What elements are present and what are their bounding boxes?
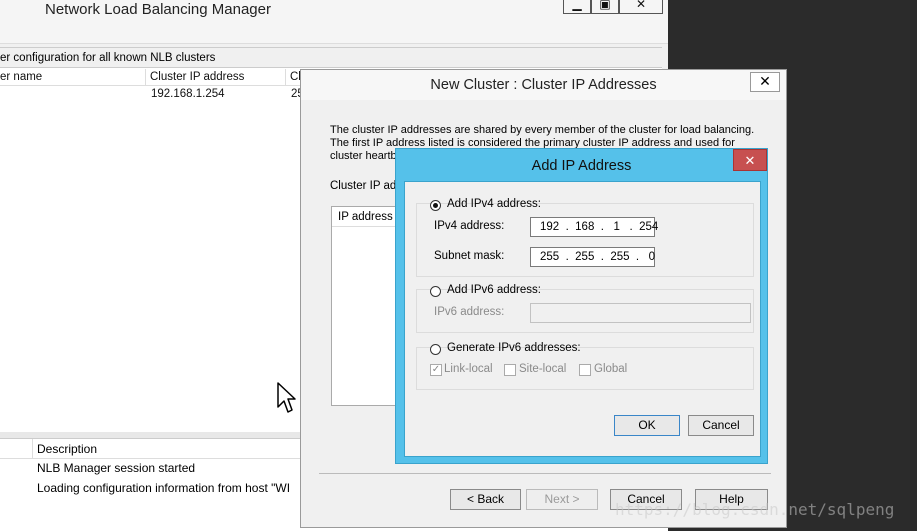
link-local-label: Link-local [444, 363, 493, 375]
global-label: Global [594, 363, 628, 375]
ipv6-address-label: IPv6 address: [434, 306, 505, 318]
link-local-checkbox[interactable]: ✓ [430, 364, 442, 376]
ipv6-radio[interactable] [430, 286, 441, 297]
close-button[interactable]: ✕ [619, 0, 663, 14]
manager-titlebar: Network Load Balancing Manager ▁ ▣ ✕ [0, 0, 668, 24]
new-cluster-close-button[interactable]: ✕ [750, 72, 780, 92]
generate-ipv6-radio[interactable] [430, 344, 441, 355]
new-cluster-title: New Cluster : Cluster IP Addresses [430, 77, 657, 93]
ipv4-address-field[interactable]: 192 . 168 . 1 . 254 [530, 217, 658, 237]
ipv6-radio-label[interactable]: Add IPv6 address: [447, 284, 541, 296]
log-column-blank[interactable] [0, 439, 33, 459]
ipv4-address-label: IPv4 address: [434, 220, 505, 232]
log-line: NLB Manager session started [37, 461, 196, 475]
ipv4-radio[interactable] [430, 200, 441, 211]
ipv4-group: Add IPv4 address: IPv4 address: 192 . 16… [416, 198, 754, 277]
subnet-mask-field[interactable]: 255 . 255 . 255 . 0 [530, 247, 655, 267]
add-ip-close-button[interactable]: ✕ [733, 149, 767, 171]
add-ip-cancel-button[interactable]: Cancel [688, 415, 754, 436]
column-cluster-name[interactable]: er name [0, 69, 146, 86]
add-ip-title: Add IP Address [531, 158, 632, 174]
clusters-caption: er configuration for all known NLB clust… [0, 48, 662, 68]
cluster-ip-list-label: Cluster IP add [330, 180, 403, 192]
column-cluster-ip[interactable]: Cluster IP address [146, 69, 286, 86]
site-local-checkbox[interactable] [504, 364, 516, 376]
add-ip-body: Add IPv4 address: IPv4 address: 192 . 16… [404, 181, 761, 457]
add-ip-address-dialog: Add IP Address ✕ Add IPv4 address: IPv4 … [395, 148, 768, 464]
watermark: https://blog.csdn.net/sqlpeng [615, 500, 895, 519]
generate-ipv6-radio-label[interactable]: Generate IPv6 addresses: [447, 342, 581, 354]
log-line: Loading configuration information from h… [37, 481, 291, 495]
back-button[interactable]: < Back [450, 489, 521, 510]
site-local-label: Site-local [519, 363, 567, 375]
ipv4-radio-label[interactable]: Add IPv4 address: [447, 198, 541, 210]
new-cluster-titlebar: New Cluster : Cluster IP Addresses ✕ [301, 70, 786, 100]
ipv6-group: Add IPv6 address: IPv6 address: [416, 284, 754, 333]
button-separator [319, 473, 771, 474]
ok-button[interactable]: OK [614, 415, 680, 436]
cluster-ip-cell[interactable]: 192.168.1.254 [151, 88, 225, 100]
add-ip-titlebar: Add IP Address ✕ [396, 149, 767, 179]
menu-bar [0, 24, 668, 44]
next-button[interactable]: Next > [526, 489, 598, 510]
subnet-mask-label: Subnet mask: [434, 250, 505, 262]
ipv6-address-field[interactable] [530, 303, 751, 323]
manager-title: Network Load Balancing Manager [45, 1, 271, 18]
generate-ipv6-group: Generate IPv6 addresses: ✓ Link-local Si… [416, 342, 754, 390]
ip-address-column-header[interactable]: IP address [332, 207, 400, 227]
cluster-ip-list[interactable]: IP address [331, 206, 401, 406]
mouse-cursor-icon [277, 382, 296, 413]
global-checkbox[interactable] [579, 364, 591, 376]
maximize-button[interactable]: ▣ [591, 0, 619, 14]
minimize-button[interactable]: ▁ [563, 0, 591, 14]
